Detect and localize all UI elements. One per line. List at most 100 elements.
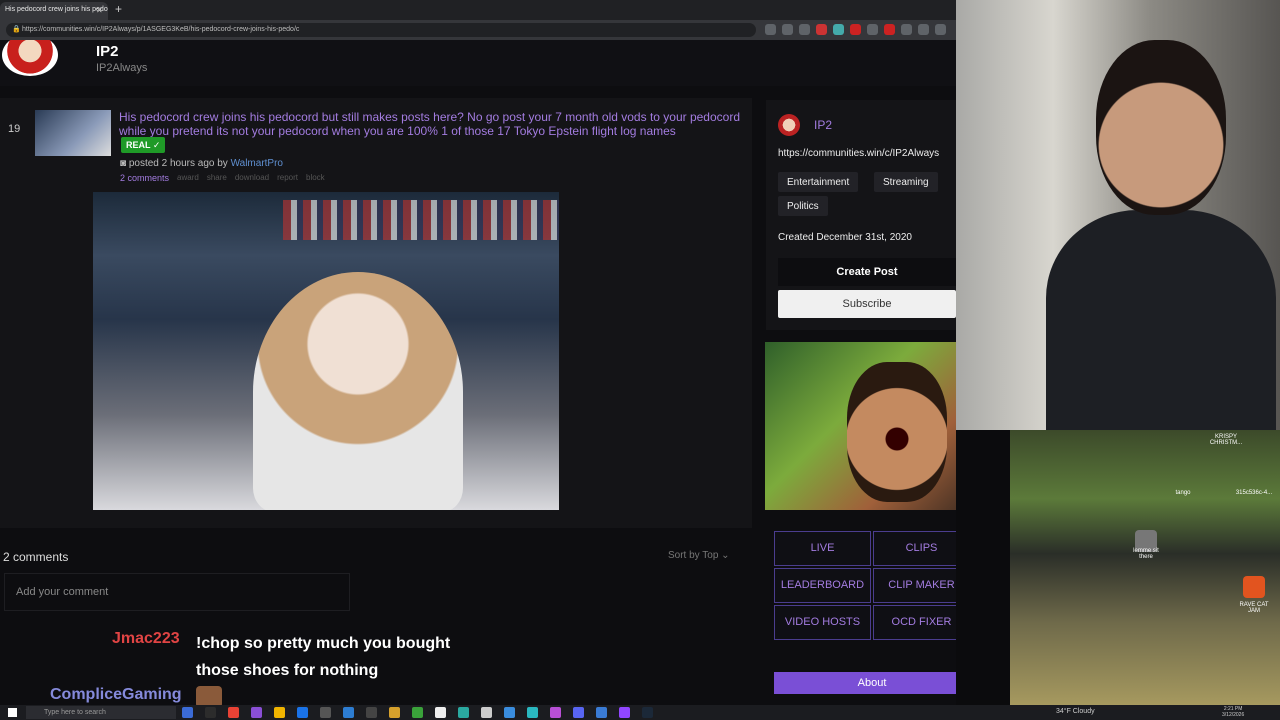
post-author[interactable]: WalmartPro: [231, 158, 283, 169]
post-title[interactable]: His pedocord crew joins his pedocord but…: [119, 110, 744, 138]
steam-icon[interactable]: [642, 707, 653, 718]
app-icon[interactable]: [527, 707, 538, 718]
desktop-icon-label[interactable]: 315c536c-4...: [1234, 490, 1274, 496]
community-sidebar: IP2 https://communities.win/c/IP2Always …: [766, 100, 956, 330]
tag-streaming[interactable]: Streaming: [874, 172, 938, 192]
subscribe-button[interactable]: Subscribe: [778, 290, 956, 318]
zoom-icon[interactable]: [782, 24, 793, 35]
windows-start-icon[interactable]: [8, 708, 17, 717]
desktop-background: KRISPY CHRISTM... tango 315c536c-4... le…: [1010, 430, 1280, 705]
tag-entertainment[interactable]: Entertainment: [778, 172, 859, 192]
community-logo[interactable]: [2, 40, 58, 76]
twitch-icon[interactable]: [251, 707, 262, 718]
weather-widget[interactable]: 34°F Cloudy: [1056, 708, 1095, 715]
tab-title: His pedocord crew joins his pedo: [5, 6, 108, 13]
browser-tab-strip: His pedocord crew joins his pedo ✕ +: [0, 0, 956, 20]
app-icon[interactable]: [320, 707, 331, 718]
app-icon[interactable]: [205, 707, 216, 718]
discord-icon[interactable]: [573, 707, 584, 718]
file-explorer-icon[interactable]: [274, 707, 285, 718]
extension-icon[interactable]: [850, 24, 861, 35]
comments-link[interactable]: 2 comments: [120, 173, 169, 183]
community-nav-grid: LIVE CLIPS LEADERBOARD CLIP MAKER VIDEO …: [774, 531, 956, 640]
streamer-head: [1096, 40, 1226, 215]
edge-icon[interactable]: [297, 707, 308, 718]
chrome-icon[interactable]: [228, 707, 239, 718]
app-icon[interactable]: [596, 707, 607, 718]
clips-button[interactable]: CLIPS: [873, 531, 956, 566]
app-icon[interactable]: [619, 707, 630, 718]
puzzle-icon[interactable]: [918, 24, 929, 35]
sort-dropdown[interactable]: Sort by Top ⌄: [668, 550, 730, 561]
sidebar-community-name[interactable]: IP2: [814, 118, 832, 132]
comments-count: 2 comments: [3, 550, 69, 564]
extension-icon[interactable]: [833, 24, 844, 35]
leaderboard-button[interactable]: LEADERBOARD: [774, 568, 871, 603]
about-button[interactable]: About: [774, 672, 956, 694]
created-date: Created December 31st, 2020: [778, 232, 912, 243]
chat-message: !chop so pretty much you bought those sh…: [196, 635, 451, 679]
desktop-icon-label[interactable]: tango: [1163, 490, 1203, 496]
app-icon[interactable]: [343, 707, 354, 718]
close-icon[interactable]: ✕: [96, 6, 103, 15]
webcam-feed: [956, 0, 1280, 430]
community-avatar[interactable]: [778, 114, 800, 136]
browser-toolbar: 🔒 https://communities.win/c/IP2Always/p/…: [0, 20, 956, 40]
posted-text: posted 2 hours ago by: [128, 158, 228, 169]
extension-icon[interactable]: [867, 24, 878, 35]
app-icon[interactable]: [435, 707, 446, 718]
camera-icon: ◙: [120, 158, 127, 169]
community-url[interactable]: https://communities.win/c/IP2Always: [778, 148, 939, 159]
post-thumbnail[interactable]: [35, 110, 111, 156]
profile-icon[interactable]: [935, 24, 946, 35]
taskbar-apps: [182, 707, 653, 718]
task-view-icon[interactable]: [182, 707, 193, 718]
ocd-fixer-button[interactable]: OCD FIXER: [873, 605, 956, 640]
app-icon[interactable]: [481, 707, 492, 718]
taskbar: Type here to search 34°F Cloudy 2:21 PM …: [0, 705, 1280, 720]
tag-politics[interactable]: Politics: [778, 196, 828, 216]
sidebar-image: [765, 342, 956, 510]
award-link[interactable]: award: [177, 173, 199, 183]
obs-icon[interactable]: [366, 707, 377, 718]
extension-icons: [765, 24, 946, 35]
video-hosts-button[interactable]: VIDEO HOSTS: [774, 605, 871, 640]
extension-icon[interactable]: [816, 24, 827, 35]
share-icon[interactable]: [765, 24, 776, 35]
clock-date: 3/12/2026: [1222, 712, 1245, 718]
app-icon[interactable]: [550, 707, 561, 718]
clip-maker-button[interactable]: CLIP MAKER: [873, 568, 956, 603]
nvidia-icon[interactable]: [412, 707, 423, 718]
create-post-button[interactable]: Create Post: [778, 258, 956, 286]
system-clock[interactable]: 2:21 PM 3/12/2026: [1222, 706, 1244, 718]
browser-tab[interactable]: His pedocord crew joins his pedo ✕: [0, 2, 108, 20]
extension-icon[interactable]: [901, 24, 912, 35]
extension-icon[interactable]: [884, 24, 895, 35]
address-bar[interactable]: 🔒 https://communities.win/c/IP2Always/p/…: [6, 23, 756, 37]
app-icon[interactable]: [458, 707, 469, 718]
desktop-icon-label[interactable]: lemme sit there: [1126, 548, 1166, 560]
block-link[interactable]: block: [306, 173, 325, 183]
app-icon[interactable]: [504, 707, 515, 718]
new-tab-button[interactable]: +: [115, 2, 122, 16]
desktop-icon-label[interactable]: RAVE CAT JAM: [1234, 602, 1274, 614]
chat-username-2: CompliceGaming: [50, 686, 182, 703]
app-icon[interactable]: [389, 707, 400, 718]
comment-input[interactable]: Add your comment: [4, 573, 350, 611]
web-page: IP2 IP2Always 19 His pedocord crew joins…: [0, 40, 956, 705]
streamer-shirt: [1046, 210, 1276, 430]
desktop-file-icon[interactable]: [1243, 576, 1265, 598]
post-score: 19: [8, 123, 21, 135]
post-flair: REAL ✓: [121, 137, 165, 153]
post-meta: ◙ posted 2 hours ago by WalmartPro: [120, 158, 283, 169]
share-link[interactable]: share: [207, 173, 227, 183]
taskbar-search[interactable]: Type here to search: [26, 706, 176, 719]
post-video[interactable]: [93, 192, 559, 510]
live-button[interactable]: LIVE: [774, 531, 871, 566]
report-link[interactable]: report: [277, 173, 298, 183]
bookmark-star-icon[interactable]: [799, 24, 810, 35]
screaming-man-image: [847, 362, 947, 502]
download-link[interactable]: download: [235, 173, 269, 183]
desktop-icon-label[interactable]: KRISPY CHRISTM...: [1206, 434, 1246, 446]
community-name[interactable]: IP2: [96, 43, 119, 60]
